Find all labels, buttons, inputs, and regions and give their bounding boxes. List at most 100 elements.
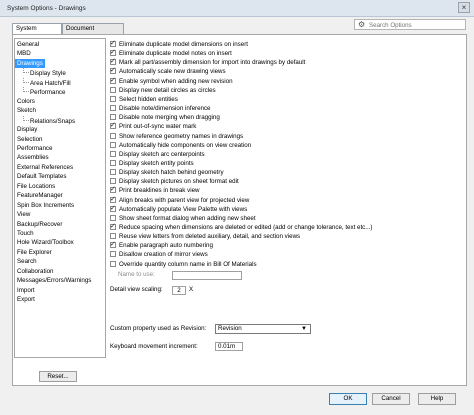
tree-item[interactable]: Messages/Errors/Warnings <box>15 276 93 285</box>
tree-item[interactable]: Sketch <box>15 106 38 115</box>
option-checkbox[interactable] <box>110 159 116 166</box>
option-checkbox[interactable] <box>110 214 116 221</box>
option-row[interactable]: Display sketch entity points <box>110 159 194 168</box>
window-title: System Options - Drawings <box>7 5 86 12</box>
option-checkbox[interactable] <box>110 114 116 121</box>
tree-item[interactable]: Relations/Snaps <box>15 115 77 125</box>
option-row[interactable]: Enable symbol when adding new revision <box>110 76 233 86</box>
tree-item-label: Performance <box>17 144 53 152</box>
option-row[interactable]: Show sheet format dialog when adding new… <box>110 214 256 223</box>
name-to-use-input[interactable] <box>172 271 242 280</box>
tree-item[interactable]: Hole Wizard/Toolbox <box>15 238 76 247</box>
tree-item[interactable]: Performance <box>15 87 67 96</box>
option-checkbox[interactable] <box>110 76 116 84</box>
option-row[interactable]: Eliminate duplicate model dimensions on … <box>110 39 248 49</box>
custom-property-value: Revision <box>218 325 242 332</box>
tree-item[interactable]: View <box>15 210 32 219</box>
tree-item[interactable]: Import <box>15 286 37 295</box>
tab-document-properties[interactable]: Document Properties <box>62 23 124 42</box>
option-row[interactable]: Align breaks with parent view for projec… <box>110 195 249 205</box>
tree-item-label: Area Hatch/Fill <box>30 79 71 87</box>
gear-icon[interactable]: ⚙ <box>358 20 365 30</box>
tree-item[interactable]: Display <box>15 125 39 134</box>
tree-item[interactable]: External References <box>15 163 75 172</box>
option-checkbox[interactable] <box>110 150 116 157</box>
tree-item[interactable]: File Explorer <box>15 248 54 257</box>
option-checkbox[interactable] <box>110 141 116 148</box>
option-label: Automatically hide components on view cr… <box>119 141 252 149</box>
reset-button[interactable]: Reset... <box>39 371 77 382</box>
option-row[interactable]: Automatically populate View Palette with… <box>110 204 247 214</box>
option-checkbox[interactable] <box>110 204 116 212</box>
close-button[interactable]: × <box>458 2 470 13</box>
tree-item[interactable]: MBD <box>15 49 33 58</box>
tree-item[interactable]: Spin Box Increments <box>15 201 76 210</box>
option-row[interactable]: Print breaklines in break view <box>110 185 199 195</box>
tree-item[interactable]: Collaboration <box>15 267 55 276</box>
cancel-button[interactable]: Cancel <box>372 393 410 405</box>
option-checkbox[interactable] <box>110 105 116 112</box>
option-row[interactable]: Mark all part/assembly dimension for imp… <box>110 57 305 67</box>
option-row[interactable]: Display sketch arc centerpoints <box>110 150 205 159</box>
option-checkbox[interactable] <box>110 169 116 176</box>
keyboard-increment-input[interactable]: 0.01m <box>215 342 243 351</box>
option-row[interactable]: Automatically hide components on view cr… <box>110 141 251 150</box>
option-row[interactable]: Reuse view letters from deleted auxiliar… <box>110 232 300 241</box>
option-row[interactable]: Disable note merging when dragging <box>110 113 220 122</box>
tree-item[interactable]: Assemblies <box>15 153 51 162</box>
tree-item[interactable]: Colors <box>15 97 37 106</box>
option-row[interactable]: Automatically scale new drawing views <box>110 66 226 76</box>
tree-item[interactable]: Selection <box>15 135 44 144</box>
option-checkbox[interactable] <box>110 233 116 240</box>
option-row[interactable]: Reduce spacing when dimensions are delet… <box>110 222 373 232</box>
tree-item[interactable]: File Locations <box>15 182 57 191</box>
option-row[interactable]: Select hidden entities <box>110 95 178 104</box>
option-row[interactable]: Show reference geometry names in drawing… <box>110 132 243 141</box>
option-row[interactable]: Disallow creation of mirror views <box>110 250 208 259</box>
option-checkbox[interactable] <box>110 240 116 249</box>
tree-item[interactable]: Touch <box>15 229 36 238</box>
help-button[interactable]: Help <box>418 393 456 405</box>
option-checkbox[interactable] <box>110 86 116 93</box>
option-checkbox[interactable] <box>110 195 116 203</box>
tree-item[interactable]: Performance <box>15 144 54 153</box>
option-checkbox[interactable] <box>110 57 116 66</box>
option-row[interactable]: Override quantity column name in Bill Of… <box>110 260 257 269</box>
option-row[interactable]: Display new detail circles as circles <box>110 86 216 95</box>
ok-button[interactable]: OK <box>329 393 367 405</box>
tree-item[interactable]: FeatureManager <box>15 191 65 200</box>
option-checkbox[interactable] <box>110 39 116 47</box>
tree-item[interactable]: Backup/Recover <box>15 220 64 229</box>
tree-item[interactable]: Export <box>15 295 37 304</box>
tree-item[interactable]: Display Style <box>15 68 68 77</box>
option-row[interactable]: Display sketch pictures on sheet format … <box>110 177 239 186</box>
options-tree[interactable]: General MBD Drawings Display Style Area Hatc… <box>14 38 106 358</box>
tree-item[interactable]: General <box>15 40 41 49</box>
option-checkbox[interactable] <box>110 178 116 185</box>
option-checkbox[interactable] <box>110 66 116 75</box>
search-box[interactable]: ⚙ <box>354 19 466 30</box>
detail-scaling-row: Detail view scaling: <box>110 286 163 293</box>
option-checkbox[interactable] <box>110 185 116 194</box>
option-checkbox[interactable] <box>110 222 116 230</box>
option-row[interactable]: Display sketch hatch behind geometry <box>110 168 224 177</box>
option-row[interactable]: Print out-of-sync water mark <box>110 121 196 131</box>
option-checkbox[interactable] <box>110 95 116 102</box>
tree-item[interactable]: Default Templates <box>15 172 68 181</box>
option-checkbox[interactable] <box>110 251 116 258</box>
option-checkbox[interactable] <box>110 48 116 57</box>
option-row[interactable]: Eliminate duplicate model notes on inser… <box>110 48 232 58</box>
custom-property-dropdown[interactable]: Revision ▼ <box>215 324 311 334</box>
detail-scaling-input[interactable]: 2 <box>172 286 186 295</box>
search-input[interactable] <box>369 21 463 29</box>
option-checkbox[interactable] <box>110 132 116 139</box>
option-checkbox[interactable] <box>110 260 116 267</box>
tree-item[interactable]: Search <box>15 257 39 266</box>
tree-item-label: View <box>17 211 31 219</box>
tree-item[interactable]: Area Hatch/Fill <box>15 77 73 87</box>
tree-item[interactable]: Drawings <box>15 58 45 69</box>
option-label: Show reference geometry names in drawing… <box>119 132 244 140</box>
option-row[interactable]: Enable paragraph auto numbering <box>110 240 213 250</box>
option-checkbox[interactable] <box>110 121 116 130</box>
option-row[interactable]: Disable note/dimension inference <box>110 104 211 113</box>
